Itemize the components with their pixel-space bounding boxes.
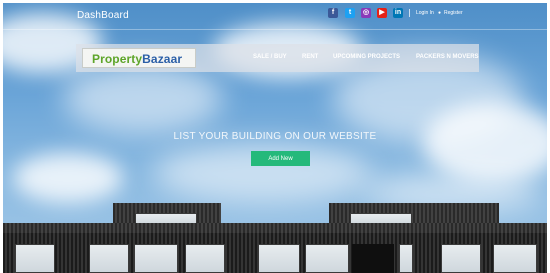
twitter-icon[interactable]: t: [345, 8, 355, 18]
nav-item-packers-movers[interactable]: PACKERS N MOVERS: [416, 54, 479, 60]
nav-item-sale-buy[interactable]: SALE / BUY: [253, 54, 287, 60]
building-window: [399, 244, 413, 273]
building-window: [305, 244, 349, 273]
nav-item-upcoming-projects[interactable]: UPCOMING PROJECTS: [333, 54, 400, 60]
building-window: [89, 244, 129, 273]
logo-text-part1: Property: [92, 52, 143, 66]
building-door: [352, 244, 394, 273]
building-image: [3, 203, 547, 273]
hero-banner: DashBoard f t ◎ ▶ in Login In ● Register…: [3, 3, 547, 273]
top-bar-divider: [409, 9, 410, 17]
user-icon: ●: [438, 10, 442, 16]
building-window: [134, 244, 178, 273]
building-window: [15, 244, 55, 273]
building-window: [441, 244, 481, 273]
building-band: [3, 223, 547, 233]
linkedin-icon[interactable]: in: [393, 8, 403, 18]
add-new-button[interactable]: Add New: [251, 151, 310, 166]
logo-text-part2: Bazaar: [142, 52, 183, 66]
hero-headline: LIST YOUR BUILDING ON OUR WEBSITE: [173, 131, 377, 142]
dashboard-title[interactable]: DashBoard: [77, 10, 129, 21]
building-window: [185, 244, 225, 273]
register-link[interactable]: Register: [444, 10, 463, 16]
login-link[interactable]: Login In: [416, 10, 434, 16]
building-window: [493, 244, 537, 273]
main-navbar: PropertyBazaar SALE / BUY RENT UPCOMING …: [76, 44, 479, 72]
cloud-decoration: [423, 103, 547, 183]
nav-item-rent[interactable]: RENT: [302, 54, 318, 60]
instagram-icon[interactable]: ◎: [361, 8, 371, 18]
cloud-decoration: [13, 153, 123, 203]
youtube-icon[interactable]: ▶: [377, 8, 387, 18]
logo[interactable]: PropertyBazaar: [82, 48, 196, 68]
logo-text: PropertyBazaar: [92, 52, 182, 66]
facebook-icon[interactable]: f: [328, 8, 338, 18]
top-bar: DashBoard f t ◎ ▶ in Login In ● Register: [3, 3, 547, 30]
page: DashBoard f t ◎ ▶ in Login In ● Register…: [0, 0, 550, 273]
cloud-decoration: [63, 63, 223, 133]
building-window: [258, 244, 300, 273]
